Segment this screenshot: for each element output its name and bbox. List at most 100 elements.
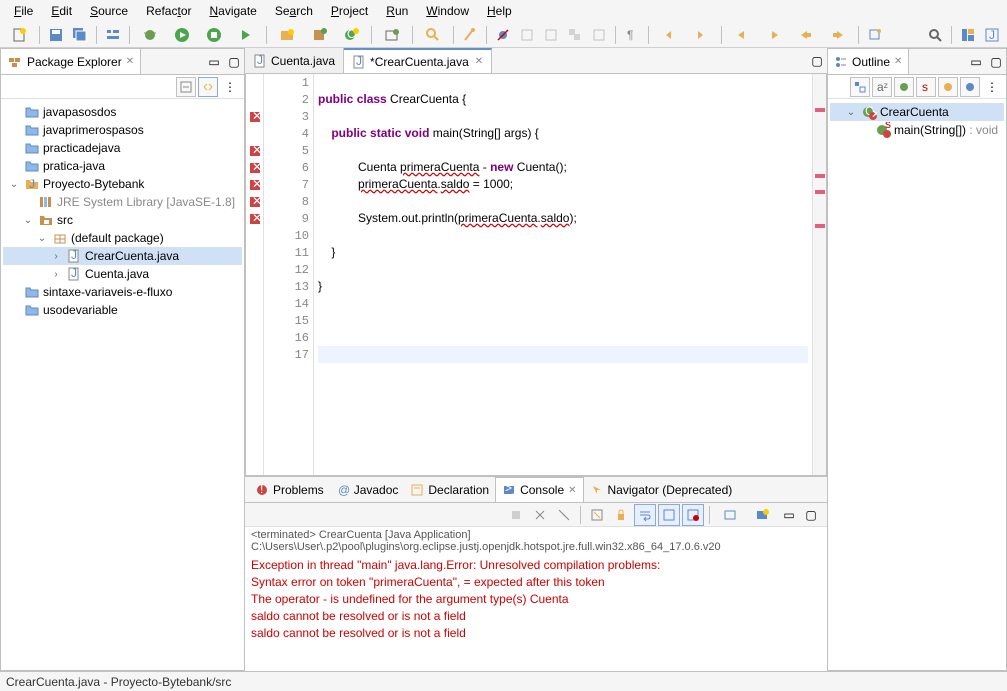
package-tree[interactable]: javapasosdosjavaprimerospasospracticadej…	[1, 99, 244, 670]
edit-button-2[interactable]	[540, 24, 562, 46]
quick-access-button[interactable]	[924, 24, 946, 46]
clear-console-button[interactable]	[586, 504, 608, 526]
close-icon[interactable]: ✕	[568, 485, 576, 496]
word-wrap-button[interactable]	[634, 504, 656, 526]
open-console-button[interactable]	[747, 504, 777, 526]
close-icon[interactable]: ✕	[475, 56, 483, 67]
tree-item[interactable]: ⌄(default package)	[3, 229, 242, 247]
minimize-button[interactable]: ▭	[966, 52, 986, 72]
menu-refactor[interactable]: Refactor	[138, 2, 199, 20]
run-button[interactable]	[167, 24, 197, 46]
menu-help[interactable]: Help	[479, 2, 520, 20]
bottom-tab-problems[interactable]: !Problems	[249, 477, 330, 502]
new-class-button[interactable]: C	[336, 24, 366, 46]
toggle-mark-button[interactable]	[459, 24, 481, 46]
maximize-button[interactable]: ▢	[224, 52, 244, 72]
pin-editor-button[interactable]	[864, 24, 886, 46]
edit-button-4[interactable]	[588, 24, 610, 46]
open-type-button[interactable]	[377, 24, 407, 46]
outline-tab[interactable]: Outline ✕	[828, 49, 909, 74]
edit-button-3[interactable]	[564, 24, 586, 46]
new-button[interactable]	[4, 24, 34, 46]
menu-run[interactable]: Run	[378, 2, 416, 20]
package-explorer-tab[interactable]: Package Explorer ✕	[1, 49, 141, 74]
debug-button[interactable]	[135, 24, 165, 46]
overview-ruler[interactable]	[812, 74, 826, 475]
save-all-button[interactable]	[69, 24, 91, 46]
coverage-button[interactable]	[199, 24, 229, 46]
expander-icon[interactable]: ›	[49, 251, 63, 262]
expander-icon[interactable]: ›	[49, 269, 63, 280]
back-button[interactable]	[727, 24, 757, 46]
tree-item[interactable]: practicadejava	[3, 139, 242, 157]
menu-search[interactable]: Search	[267, 2, 321, 20]
sort-button[interactable]: aᶻ	[872, 77, 892, 97]
code-editor[interactable]: ✕✕✕✕✕✕ 1234567891011121314151617 public …	[245, 74, 827, 476]
tree-item[interactable]: ⌄src	[3, 211, 242, 229]
menu-project[interactable]: Project	[323, 2, 376, 20]
outline-item[interactable]: ⌄C✕CrearCuenta	[830, 103, 1004, 121]
maximize-button[interactable]: ▢	[986, 52, 1006, 72]
search-button[interactable]	[418, 24, 448, 46]
java-perspective-button[interactable]: J	[981, 24, 1003, 46]
hide-local-button[interactable]	[960, 77, 980, 97]
skip-breakpoints-button[interactable]	[492, 24, 514, 46]
tree-item[interactable]: JRE System Library [JavaSE-1.8]	[3, 193, 242, 211]
link-editor-button[interactable]	[198, 77, 218, 97]
run-last-button[interactable]	[231, 24, 261, 46]
outline-tree[interactable]: ⌄C✕CrearCuentasmain(String[]) : void	[828, 99, 1006, 670]
show-on-error-button[interactable]	[682, 504, 704, 526]
bottom-tab-navigator[interactable]: Navigator (Deprecated)	[584, 477, 739, 502]
menu-source[interactable]: Source	[82, 2, 136, 20]
tree-item[interactable]: sintaxe-variaveis-e-fluxo	[3, 283, 242, 301]
terminate-button[interactable]	[505, 504, 527, 526]
new-package-button[interactable]	[304, 24, 334, 46]
hide-static-button[interactable]: s	[916, 77, 936, 97]
minimize-button[interactable]: ▭	[779, 505, 799, 525]
expander-icon[interactable]: ⌄	[35, 233, 49, 244]
tree-item[interactable]: ⌄JProyecto-Bytebank	[3, 175, 242, 193]
show-on-output-button[interactable]	[658, 504, 680, 526]
bottom-tab-declaration[interactable]: Declaration	[404, 477, 495, 502]
annotation-next-button[interactable]	[686, 24, 716, 46]
edit-button-1[interactable]	[516, 24, 538, 46]
new-java-project-button[interactable]	[272, 24, 302, 46]
expander-icon[interactable]: ⌄	[21, 215, 35, 226]
bottom-tab-console[interactable]: >_Console✕	[495, 477, 583, 502]
maximize-editor-button[interactable]: ▢	[807, 51, 827, 71]
expander-icon[interactable]: ⌄	[844, 107, 858, 118]
scroll-lock-button[interactable]	[610, 504, 632, 526]
forward-button[interactable]	[759, 24, 789, 46]
perspective-button[interactable]	[957, 24, 979, 46]
tree-item[interactable]: javapasosdos	[3, 103, 242, 121]
bottom-tab-javadoc[interactable]: @Javadoc	[330, 477, 405, 502]
tree-item[interactable]: ›JCuenta.java	[3, 265, 242, 283]
collapse-all-button[interactable]	[176, 77, 196, 97]
annotation-prev-button[interactable]	[654, 24, 684, 46]
focus-task-button[interactable]: ⋮	[220, 77, 240, 97]
view-menu-button[interactable]: ⋮	[982, 77, 1002, 97]
menu-window[interactable]: Window	[418, 2, 477, 20]
display-console-button[interactable]	[715, 504, 745, 526]
minimize-button[interactable]: ▭	[204, 52, 224, 72]
close-icon[interactable]: ✕	[126, 56, 134, 67]
remove-all-terminated-button[interactable]	[553, 504, 575, 526]
toggle-breadcrumb-button[interactable]	[102, 24, 124, 46]
menu-edit[interactable]: Edit	[43, 2, 80, 20]
tree-item[interactable]: javaprimerospasos	[3, 121, 242, 139]
editor-tab-crearcuenta[interactable]: J *CrearCuenta.java ✕	[344, 48, 492, 73]
menu-navigate[interactable]: Navigate	[201, 2, 264, 20]
save-button[interactable]	[45, 24, 67, 46]
console-output[interactable]: Exception in thread "main" java.lang.Err…	[245, 555, 827, 671]
editor-tab-cuenta[interactable]: J Cuenta.java	[245, 48, 344, 73]
hide-nonpublic-button[interactable]	[938, 77, 958, 97]
tree-item[interactable]: ›JCrearCuenta.java	[3, 247, 242, 265]
focus-active-button[interactable]	[850, 77, 870, 97]
show-whitespace-button[interactable]: ¶	[621, 24, 643, 46]
expander-icon[interactable]: ⌄	[7, 179, 21, 190]
maximize-button[interactable]: ▢	[801, 505, 821, 525]
close-icon[interactable]: ✕	[894, 56, 902, 67]
outline-item[interactable]: smain(String[]) : void	[830, 121, 1004, 139]
hide-fields-button[interactable]	[894, 77, 914, 97]
forward-history-button[interactable]	[823, 24, 853, 46]
